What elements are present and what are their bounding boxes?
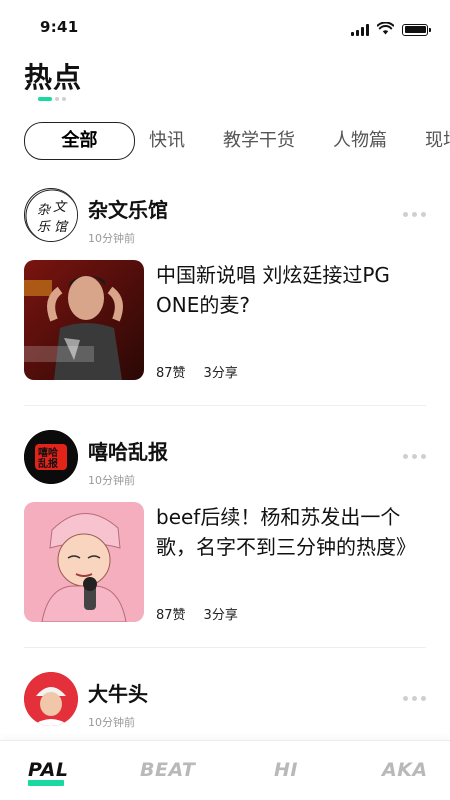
more-icon[interactable] [403,454,426,459]
status-bar: 9:41 [0,0,450,58]
avatar-calligraphy: 杂 [37,203,52,218]
tab-all[interactable]: 全部 [24,122,135,160]
avatar[interactable]: 杂 文 乐 馆 [24,188,78,242]
svg-text:乐: 乐 [37,220,51,235]
shares-count: 3分享 [203,608,238,623]
nav-beat[interactable]: BEAT [140,759,195,781]
divider [24,405,426,406]
avatar[interactable] [24,672,78,726]
tab-live[interactable]: 现场 [425,123,450,159]
post-author[interactable]: 大牛头 10分钟前 [24,670,426,729]
post-time: 10分钟前 [88,474,135,487]
signal-icon [351,23,369,36]
author-name[interactable]: 嘻哈乱报 [88,436,168,465]
post-time: 10分钟前 [88,232,135,245]
feed-card[interactable]: 杂 文 乐 馆 杂文乐馆 10分钟前 中国新说唱 刘炫廷接过PG ONE的麦? … [24,182,426,424]
page-title: 热点 [24,61,83,94]
category-tabs: 全部 快讯 教学干货 人物篇 现场 [24,122,450,160]
likes-count: 87赞 [156,608,186,623]
svg-text:乱报: 乱报 [38,457,58,470]
post-stats: 87赞 3分享 [156,362,238,381]
post-stats: 87赞 3分享 [156,604,238,623]
post-author[interactable]: 嘻哈 乱报 嘻哈乱报 10分钟前 [24,428,426,487]
post-author[interactable]: 杂 文 乐 馆 杂文乐馆 10分钟前 [24,186,426,245]
nav-hi[interactable]: HI [274,759,298,781]
divider [24,647,426,648]
tab-news[interactable]: 快讯 [149,123,185,159]
status-icons [351,20,431,39]
wifi-icon [376,20,395,39]
tab-tutorials[interactable]: 教学干货 [223,123,295,159]
page-indicator [38,97,66,101]
post-thumbnail[interactable] [24,502,144,622]
likes-count: 87赞 [156,366,186,381]
post-title[interactable]: 中国新说唱 刘炫廷接过PG ONE的麦? [156,260,426,320]
author-name[interactable]: 杂文乐馆 [88,194,168,223]
svg-text:馆: 馆 [54,220,69,235]
bottom-navigation: PAL BEAT HI AKA [0,740,450,800]
feed-list: 杂 文 乐 馆 杂文乐馆 10分钟前 中国新说唱 刘炫廷接过PG ONE的麦? … [24,182,426,756]
more-icon[interactable] [403,212,426,217]
more-icon[interactable] [403,696,426,701]
post-title[interactable]: beef后续！杨和苏发出一个歌，名字不到三分钟的热度》 [156,502,426,562]
battery-icon [402,23,431,36]
svg-text:文: 文 [53,199,68,215]
nav-aka[interactable]: AKA [382,759,428,781]
avatar-logo-text: 嘻哈 [38,446,58,459]
status-time: 9:41 [40,18,79,36]
author-name[interactable]: 大牛头 [88,678,148,707]
shares-count: 3分享 [203,366,238,381]
feed-card[interactable]: 嘻哈 乱报 嘻哈乱报 10分钟前 beef后续！杨和苏发出一个歌，名字不到三分钟… [24,424,426,666]
nav-pal[interactable]: PAL [28,759,69,781]
tab-people[interactable]: 人物篇 [333,123,387,159]
avatar[interactable]: 嘻哈 乱报 [24,430,78,484]
post-time: 10分钟前 [88,716,135,729]
post-thumbnail[interactable] [24,260,144,380]
